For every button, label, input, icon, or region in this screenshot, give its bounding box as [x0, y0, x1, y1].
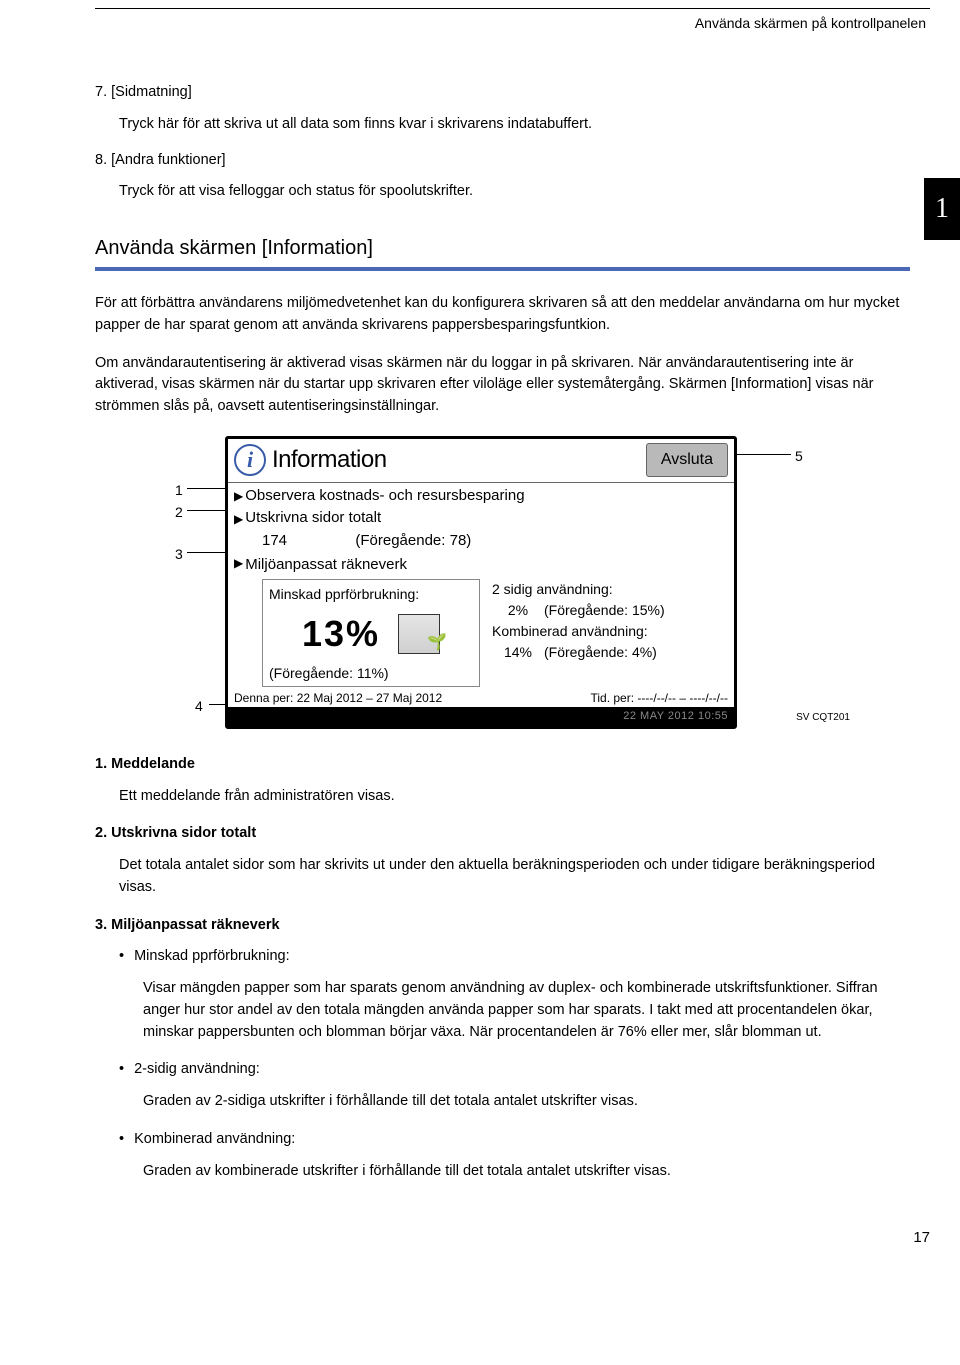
ol-num-8: 8.	[95, 152, 107, 168]
period-now: Denna per: 22 Maj 2012 – 27 Maj 2012	[234, 689, 590, 707]
panel-total-val: 174	[262, 532, 287, 549]
ol-title-8: [Andra funktioner]	[111, 152, 225, 168]
bullet-1: Minskad pprförbrukning:	[119, 946, 910, 968]
def-item-2: 2. Utskrivna sidor totalt Det totala ant…	[95, 823, 910, 898]
printer-panel: i Information Avsluta ▶Observera kostnad…	[225, 436, 737, 730]
page-number: 17	[95, 1227, 930, 1250]
def3-title: Miljöanpassat räkneverk	[111, 917, 279, 933]
period-prev: Tid. per: ----/--/-- – ----/--/--	[590, 689, 728, 707]
def1-num: 1.	[95, 756, 107, 772]
arrow-icon: ▶	[234, 510, 243, 528]
ol-body-7: Tryck här för att skriva ut all data som…	[119, 114, 910, 136]
section-p1: För att förbättra användarens miljömedve…	[95, 293, 910, 337]
eco-reduce-label: Minskad pprförbrukning:	[269, 584, 473, 605]
ol-title-7: [Sidmatning]	[111, 84, 192, 100]
def1-body: Ett meddelande från administratören visa…	[119, 786, 910, 808]
bullet-3: Kombinerad användning:	[119, 1129, 910, 1151]
b2-label: 2-sidig användning:	[134, 1061, 260, 1077]
section-rule	[95, 267, 910, 271]
duplex-val: 2%	[492, 600, 544, 621]
b2-body: Graden av 2-sidiga utskrifter i förhålla…	[143, 1091, 910, 1113]
exit-button[interactable]: Avsluta	[646, 443, 728, 477]
b1-label: Minskad pprförbrukning:	[134, 948, 290, 964]
def-item-1: 1. Meddelande Ett meddelande från admini…	[95, 754, 910, 808]
figure-area: 1 2 3 4 5 i Information Avsluta ▶Observe…	[95, 436, 910, 736]
callout-line-2	[187, 510, 225, 511]
ol-body-8: Tryck för att visa felloggar och status …	[119, 181, 910, 203]
combine-prev: (Föregående: 4%)	[544, 642, 657, 663]
list-item-7: 7. [Sidmatning] Tryck här för att skriva…	[95, 82, 910, 136]
bullet-2: 2-sidig användning:	[119, 1059, 910, 1081]
list-item-8: 8. [Andra funktioner] Tryck för att visa…	[95, 150, 910, 204]
image-id: SV CQT201	[796, 710, 850, 725]
paper-stack-icon: 🌱	[398, 614, 440, 654]
ol-num-7: 7.	[95, 84, 107, 100]
panel-total-prev: (Föregående: 78)	[355, 532, 471, 549]
panel-title: Information	[272, 442, 646, 478]
arrow-icon: ▶	[234, 554, 243, 572]
def2-body: Det totala antalet sidor som har skrivit…	[119, 855, 910, 899]
callout-line-3	[187, 552, 225, 553]
eco-reduce-prev: (Föregående: 11%)	[269, 663, 473, 684]
b1-body: Visar mängden papper som har sparats gen…	[143, 978, 910, 1043]
header-rule	[95, 8, 930, 9]
eco-right-box: 2 sidig användning: 2% (Föregående: 15%)…	[480, 579, 728, 687]
callout-1: 1	[175, 480, 183, 501]
callout-4: 4	[195, 696, 203, 717]
callout-line-1	[187, 488, 225, 489]
info-icon: i	[234, 444, 266, 476]
section-p2: Om användarautentisering är aktiverad vi…	[95, 353, 910, 418]
duplex-label: 2 sidig användning:	[492, 579, 728, 600]
panel-total-label: Utskrivna sidor totalt	[245, 507, 381, 530]
combine-val: 14%	[492, 642, 544, 663]
def1-title: Meddelande	[111, 756, 195, 772]
panel-eco-label: Miljöanpassat räkneverk	[245, 554, 407, 577]
header-title: Använda skärmen på kontrollpanelen	[95, 13, 930, 34]
eco-reduce-val: 13%	[302, 607, 380, 661]
callout-2: 2	[175, 502, 183, 523]
callout-line-5	[735, 454, 791, 455]
section-title: Använda skärmen [Information]	[95, 233, 910, 263]
chapter-tab: 1	[924, 178, 960, 240]
panel-divider	[228, 482, 734, 483]
plant-icon: 🌱	[427, 631, 449, 655]
def3-num: 3.	[95, 917, 107, 933]
panel-msg: Observera kostnads- och resursbesparing	[245, 485, 524, 508]
arrow-icon: ▶	[234, 487, 243, 505]
def2-title: Utskrivna sidor totalt	[111, 825, 256, 841]
duplex-prev: (Föregående: 15%)	[544, 600, 665, 621]
callout-5: 5	[795, 446, 803, 467]
b3-body: Graden av kombinerade utskrifter i förhå…	[143, 1161, 910, 1183]
combine-label: Kombinerad användning:	[492, 621, 728, 642]
def-item-3: 3. Miljöanpassat räkneverk Minskad pprfö…	[95, 915, 910, 1183]
eco-left-box: Minskad pprförbrukning: 13% 🌱 (Föregåend…	[262, 579, 480, 687]
callout-3: 3	[175, 544, 183, 565]
panel-statusbar: 22 MAY 2012 10:55	[228, 707, 734, 727]
def2-num: 2.	[95, 825, 107, 841]
b3-label: Kombinerad användning:	[134, 1131, 295, 1147]
